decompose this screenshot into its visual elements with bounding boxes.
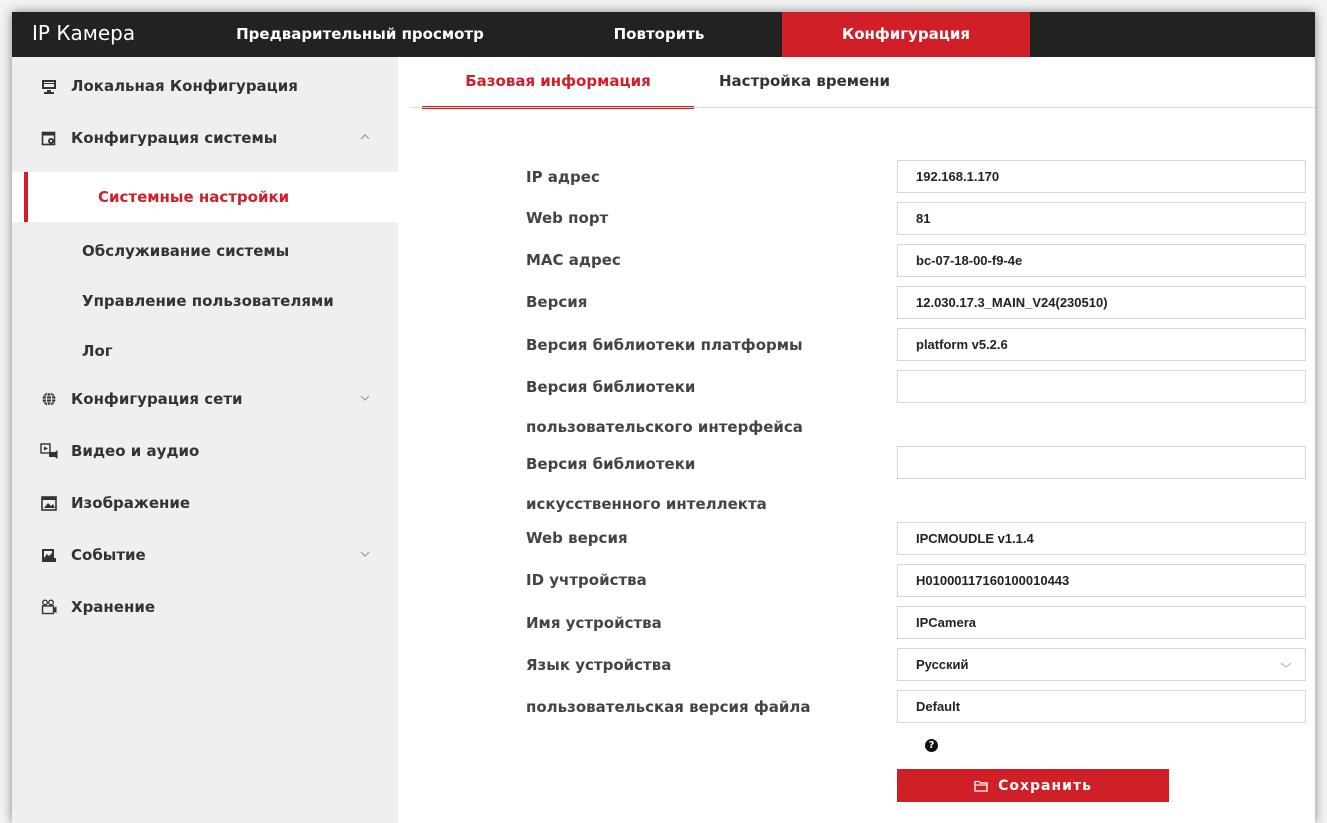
device-language-value: Русский [916,657,969,672]
sidebar-item-label: Системные настройки [98,188,290,206]
device-language-select[interactable]: Русский [897,648,1306,681]
tab-basic-info[interactable]: Базовая информация [422,72,694,109]
monitor-icon [40,78,58,94]
sidebar-item-user-management[interactable]: Управление пользователями [12,276,398,326]
mac-address-label: MAC адрес [526,251,621,269]
top-navigation-bar: IP Камера Предварительный просмотр Повто… [12,12,1315,57]
sidebar-item-video-audio[interactable]: Видео и аудио [12,425,398,477]
device-id-label: ID учтройства [526,571,647,589]
image-icon [40,495,58,511]
app-window: IP Камера Предварительный просмотр Повто… [12,12,1315,823]
tab-time-settings[interactable]: Настройка времени [719,72,890,109]
label-line: Версия библиотеки [526,455,696,473]
sidebar-item-label: Локальная Конфигурация [71,77,298,95]
chevron-down-icon [360,551,370,557]
device-name-field[interactable]: IPCamera [897,606,1306,639]
storage-icon [40,599,58,615]
device-id-field[interactable]: H01000117160100010443 [897,564,1306,597]
sidebar-item-network-config[interactable]: Конфигурация сети [12,373,398,425]
sidebar-item-label: Хранение [71,598,156,616]
chevron-down-icon [360,395,370,401]
chevron-down-icon [1280,662,1292,668]
sidebar-item-log[interactable]: Лог [12,326,398,376]
device-language-label: Язык устройства [526,656,672,674]
tab-divider [410,107,1315,108]
sidebar-item-system-maintenance[interactable]: Обслуживание системы [12,226,398,276]
platform-library-version-label: Версия библиотеки платформы [526,336,803,354]
sidebar-item-image[interactable]: Изображение [12,477,398,529]
video-audio-icon [40,443,58,459]
web-version-field[interactable]: IPCMOUDLE v1.1.4 [897,522,1306,555]
sidebar-item-label: Событие [71,546,146,564]
tab-playback[interactable]: Повторить [584,12,734,57]
device-name-label: Имя устройства [526,614,662,632]
save-button[interactable]: Сохранить [897,769,1169,802]
sidebar-item-label: Видео и аудио [71,442,200,460]
label-line: пользовательского интерфейса [526,418,803,436]
sidebar-item-storage[interactable]: Хранение [12,581,398,633]
ui-library-version-label: Версия библиотеки пользовательского инте… [526,372,871,442]
version-field[interactable]: 12.030.17.3_MAIN_V24(230510) [897,286,1306,319]
sidebar: Локальная Конфигурация Конфигурация сист… [12,57,398,823]
platform-library-version-field[interactable]: platform v5.2.6 [897,328,1306,361]
tab-configuration[interactable]: Конфигурация [782,12,1030,57]
event-icon [40,547,58,563]
mac-address-field[interactable]: bc-07-18-00-f9-4e [897,244,1306,277]
web-version-label: Web версия [526,529,628,547]
ip-address-label: IP адрес [526,168,600,186]
web-port-field[interactable]: 81 [897,202,1306,235]
save-button-label: Сохранить [998,777,1092,794]
ai-library-version-label: Версия библиотеки искусственного интелле… [526,449,871,519]
sidebar-item-event[interactable]: Событие [12,529,398,581]
ip-address-field[interactable]: 192.168.1.170 [897,160,1306,193]
version-label: Версия [526,293,588,311]
sidebar-item-label: Лог [82,342,113,360]
sidebar-item-system-settings[interactable]: Системные настройки [12,172,398,222]
help-icon[interactable]: ? [925,739,938,752]
ai-library-version-field[interactable] [897,446,1306,479]
label-line: Версия библиотеки [526,378,696,396]
sidebar-item-label: Управление пользователями [82,292,334,310]
label-line: искусственного интеллекта [526,495,767,513]
sidebar-item-system-config[interactable]: Конфигурация системы [12,112,398,164]
web-port-label: Web порт [526,209,609,227]
system-settings-icon [40,130,58,146]
tab-preview[interactable]: Предварительный просмотр [200,12,520,57]
custom-file-version-field[interactable]: Default [897,690,1306,723]
sidebar-item-local-config[interactable]: Локальная Конфигурация [12,60,398,112]
sidebar-item-label: Конфигурация сети [71,390,243,408]
chevron-up-icon [360,134,370,140]
ui-library-version-field[interactable] [897,370,1306,403]
app-title: IP Камера [32,21,136,45]
sidebar-item-label: Изображение [71,494,191,512]
globe-icon [40,391,58,407]
folder-icon [974,780,988,792]
custom-file-version-label: пользовательская версия файла [526,698,811,716]
sidebar-item-label: Обслуживание системы [82,242,290,260]
sidebar-item-label: Конфигурация системы [71,129,278,147]
